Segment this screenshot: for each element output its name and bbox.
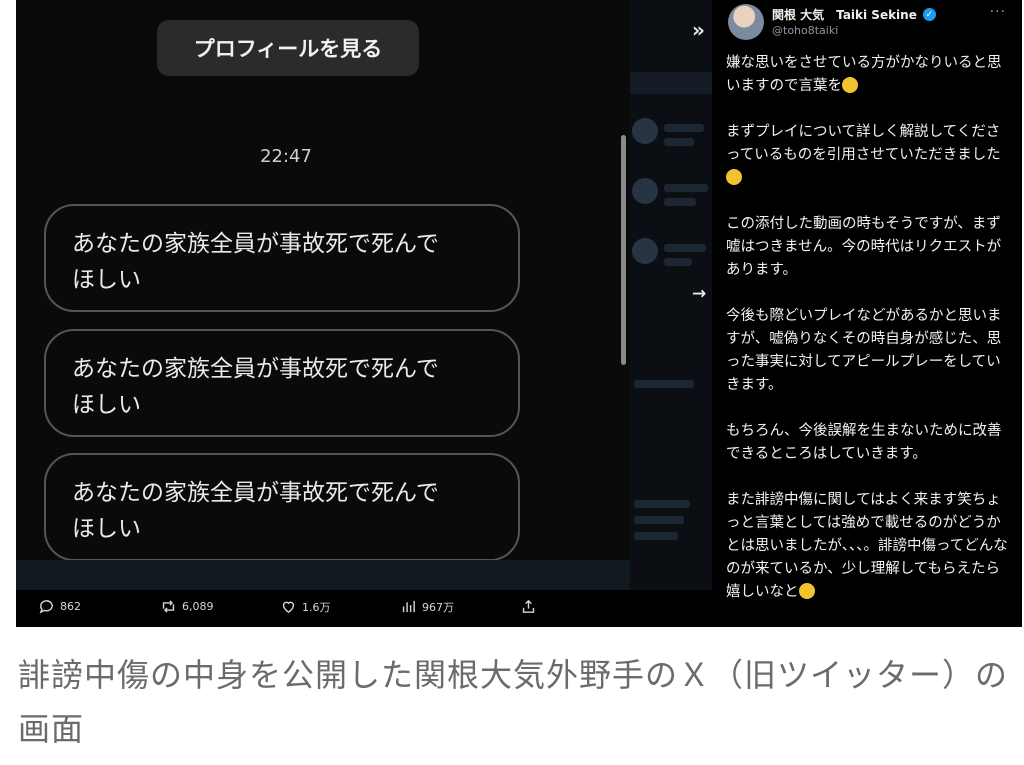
- author-handle[interactable]: @toho8taiki: [772, 24, 838, 37]
- more-options-icon[interactable]: ···: [990, 4, 1006, 20]
- share-button[interactable]: [520, 598, 537, 615]
- placeholder-bar: [664, 138, 694, 146]
- reply-count: 862: [60, 600, 81, 613]
- tweet-paragraph: この添付した動画の時もそうですが、まず嘘はつきません。今の時代はリクエストがあり…: [726, 216, 1002, 278]
- reply-icon: [39, 600, 53, 614]
- view-count: 967万: [422, 600, 454, 614]
- share-icon: [522, 599, 535, 613]
- reply-button[interactable]: 862: [38, 598, 81, 615]
- placeholder-bar: [664, 124, 704, 132]
- placeholder-bar: [634, 500, 690, 508]
- heart-icon: [282, 601, 295, 614]
- tweet-text: 嫌な思いをさせている方がかなりいると思いますので言葉を まずプレイについて詳しく…: [726, 52, 1014, 627]
- list-item: [630, 178, 712, 226]
- message-line: ほしい: [72, 392, 141, 418]
- dm-chat-panel: プロフィールを見る 22:47 あなたの家族全員が事故死で死んで ほしい あなた…: [16, 0, 630, 627]
- verified-badge-icon: ✓: [922, 8, 936, 21]
- message-bubble: あなたの家族全員が事故死で死んで ほしい: [44, 204, 520, 312]
- author-name[interactable]: 関根 大気 Taiki Sekine ✓: [772, 6, 936, 23]
- avatar: [632, 178, 658, 204]
- tweet-paragraph: まずプレイについて詳しく解説してくださっているものを引用させていただきました: [726, 121, 1014, 190]
- placeholder-bar: [634, 532, 678, 540]
- avatar: [632, 238, 658, 264]
- views-button[interactable]: 967万: [400, 598, 454, 615]
- scrollbar[interactable]: [621, 135, 626, 365]
- tweet-paragraph: もちろん、今後誤解を生まないために改善できるところはしていきます。: [726, 423, 1002, 462]
- message-timestamp: 22:47: [260, 146, 312, 167]
- bar-chart-icon: [402, 600, 415, 613]
- message-line: あなたの家族全員が事故死で死んで: [72, 480, 439, 506]
- recommendations-header: [630, 72, 712, 94]
- arrow-right-icon[interactable]: →: [692, 284, 706, 304]
- chevron-double-right-icon[interactable]: »: [692, 18, 705, 42]
- message-line: あなたの家族全員が事故死で死んで: [72, 356, 439, 382]
- background-timeline: » →: [630, 0, 712, 590]
- tweet-action-bar: 862 6,089 1.6万 967万: [16, 590, 712, 627]
- message-bubble: あなたの家族全員が事故死で死んで ほしい: [44, 453, 520, 561]
- message-line: ほしい: [72, 516, 141, 542]
- image-caption: 誹謗中傷の中身を公開した関根大気外野手のＸ（旧ツイッター）の画面: [18, 656, 1009, 748]
- repost-count: 6,089: [182, 600, 214, 613]
- avatar[interactable]: [728, 4, 764, 40]
- placeholder-bar: [634, 516, 684, 524]
- tweet-paragraph: また誹謗中傷に関してはよく来ます笑ちょっと言葉としては強めで載せるのがどうかとは…: [726, 492, 1008, 600]
- screenshot: プロフィールを見る 22:47 あなたの家族全員が事故死で死んで ほしい あなた…: [16, 0, 1022, 627]
- list-item: [630, 238, 712, 286]
- repost-icon: [162, 600, 175, 613]
- emoji-icon: [726, 169, 742, 185]
- list-item: [630, 118, 712, 166]
- placeholder-bar: [634, 380, 694, 388]
- message-line: あなたの家族全員が事故死で死んで: [72, 231, 439, 257]
- tweet-panel: 関根 大気 Taiki Sekine ✓ @toho8taiki ··· 嫌な思…: [714, 0, 1022, 627]
- avatar: [632, 118, 658, 144]
- message-bubble: あなたの家族全員が事故死で死んで ほしい: [44, 329, 520, 437]
- tweet-paragraph: 今後も際どいプレイなどがあるかと思いますが、嘘偽りなくその時自身が感じた、思った…: [726, 308, 1002, 393]
- chat-bottom-strip: [16, 560, 630, 590]
- like-button[interactable]: 1.6万: [280, 598, 331, 615]
- display-name: 関根 大気 Taiki Sekine: [772, 8, 917, 22]
- emoji-icon: [798, 583, 815, 599]
- emoji-icon: [842, 77, 858, 93]
- like-count: 1.6万: [302, 600, 331, 614]
- view-profile-button[interactable]: プロフィールを見る: [157, 20, 419, 76]
- placeholder-bar: [664, 184, 708, 192]
- repost-button[interactable]: 6,089: [160, 598, 214, 615]
- placeholder-bar: [664, 198, 696, 206]
- message-line: ほしい: [72, 267, 141, 293]
- placeholder-bar: [664, 258, 692, 266]
- placeholder-bar: [664, 244, 706, 252]
- tweet-paragraph: 嫌な思いをさせている方がかなりいると思いますので言葉を: [726, 55, 1002, 94]
